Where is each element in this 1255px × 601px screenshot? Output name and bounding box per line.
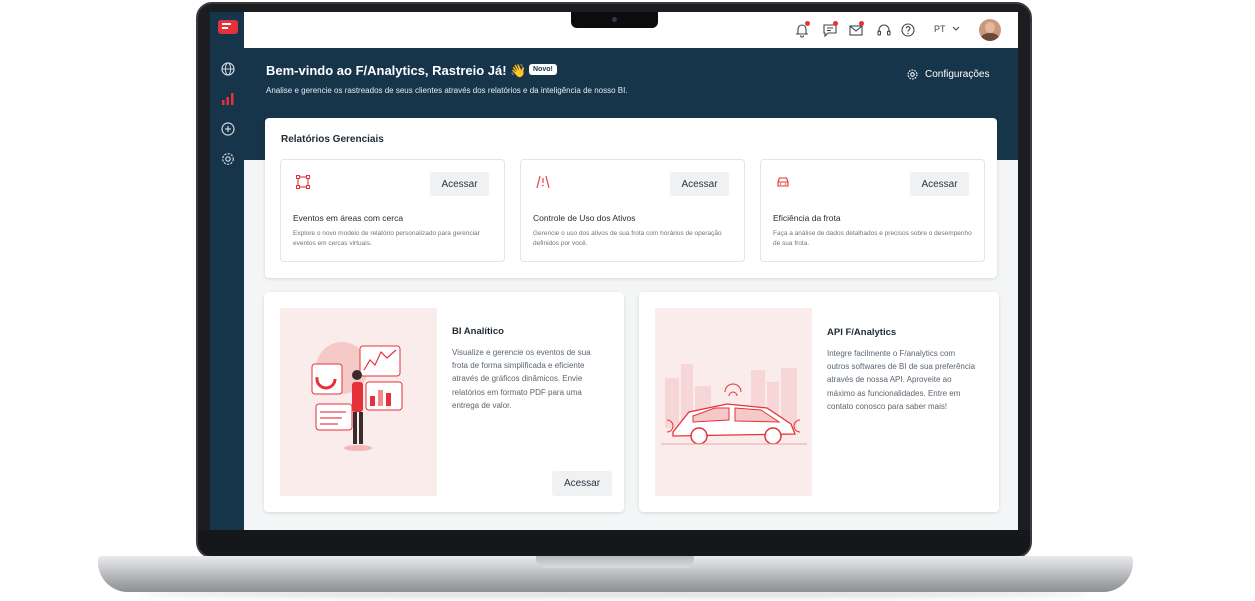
api-card: API F/Analytics Integre facilmente o F/a… — [639, 292, 999, 512]
report-access-button[interactable]: Acessar — [430, 172, 489, 196]
bi-title: BI Analítico — [452, 326, 504, 337]
new-badge: Novo! — [529, 64, 557, 75]
api-illustration — [655, 308, 812, 496]
report-access-button[interactable]: Acessar — [670, 172, 729, 196]
settings-label: Configurações — [925, 69, 990, 80]
report-description: Explore o novo modelo de relatório perso… — [293, 230, 480, 247]
help-icon[interactable] — [900, 22, 916, 38]
chevron-down-icon — [952, 26, 960, 31]
page-subtitle: Analise e gerencie os rastreados de seus… — [266, 86, 628, 95]
road-alert-icon — [536, 175, 550, 189]
user-avatar[interactable] — [979, 19, 1001, 41]
chat-dot — [833, 21, 838, 26]
mail-dot — [859, 21, 864, 26]
geofence-icon — [296, 175, 310, 189]
laptop-mockup: PT Bem-vindo ao F/Analytics, Rastreio Já… — [0, 0, 1255, 601]
laptop-base-notch — [536, 556, 694, 568]
report-item-geofence: Acessar Eventos em áreas com cerca Explo… — [280, 159, 505, 262]
reports-card: Relatórios Gerenciais Acessar Eventos em… — [265, 118, 997, 278]
bi-analytics-card: BI Analítico Visualize e gerencie os eve… — [264, 292, 624, 512]
settings-button[interactable]: Configurações — [906, 68, 989, 81]
bi-illustration — [280, 308, 437, 496]
app-screen: PT Bem-vindo ao F/Analytics, Rastreio Já… — [210, 12, 1018, 530]
globe-icon[interactable] — [220, 61, 236, 77]
gear-icon[interactable] — [220, 151, 236, 167]
page-title: Bem-vindo ao F/Analytics, Rastreio Já! 👋 — [266, 63, 527, 78]
bar-chart-icon[interactable] — [220, 91, 236, 107]
report-title: Controle de Uso dos Ativos — [533, 213, 636, 223]
analyst-illustration — [311, 342, 403, 451]
report-item-asset-usage: Acessar Controle de Uso dos Ativos Geren… — [520, 159, 745, 262]
language-selector[interactable]: PT — [934, 24, 960, 34]
plus-circle-icon[interactable] — [220, 121, 236, 137]
api-description: Integre facilmente o F/analytics com out… — [827, 349, 976, 411]
report-title: Eventos em áreas com cerca — [293, 213, 404, 223]
report-description: Gerencie o uso dos ativos de sua frota c… — [533, 230, 722, 247]
bi-access-button[interactable]: Acessar — [552, 471, 612, 496]
connected-car-illustration — [661, 364, 807, 445]
reports-title: Relatórios Gerenciais — [281, 134, 384, 145]
report-description: Faça a análise de dados detalhados e pre… — [773, 230, 972, 247]
car-icon — [777, 177, 789, 187]
laptop-chin — [198, 530, 1030, 556]
report-access-button[interactable]: Acessar — [910, 172, 969, 196]
settings-gear-icon — [907, 69, 918, 80]
headset-icon[interactable] — [876, 22, 892, 38]
app-logo[interactable] — [218, 20, 238, 34]
report-title: Eficiência da frota — [773, 213, 841, 223]
webcam-notch — [571, 12, 658, 28]
api-title: API F/Analytics — [827, 327, 897, 338]
sidebar — [210, 12, 244, 530]
bi-description: Visualize e gerencie os eventos de sua f… — [452, 348, 591, 410]
report-item-fleet-efficiency: Acessar Eficiência da frota Faça a análi… — [760, 159, 985, 262]
language-label: PT — [934, 24, 946, 34]
notification-dot — [805, 21, 810, 26]
